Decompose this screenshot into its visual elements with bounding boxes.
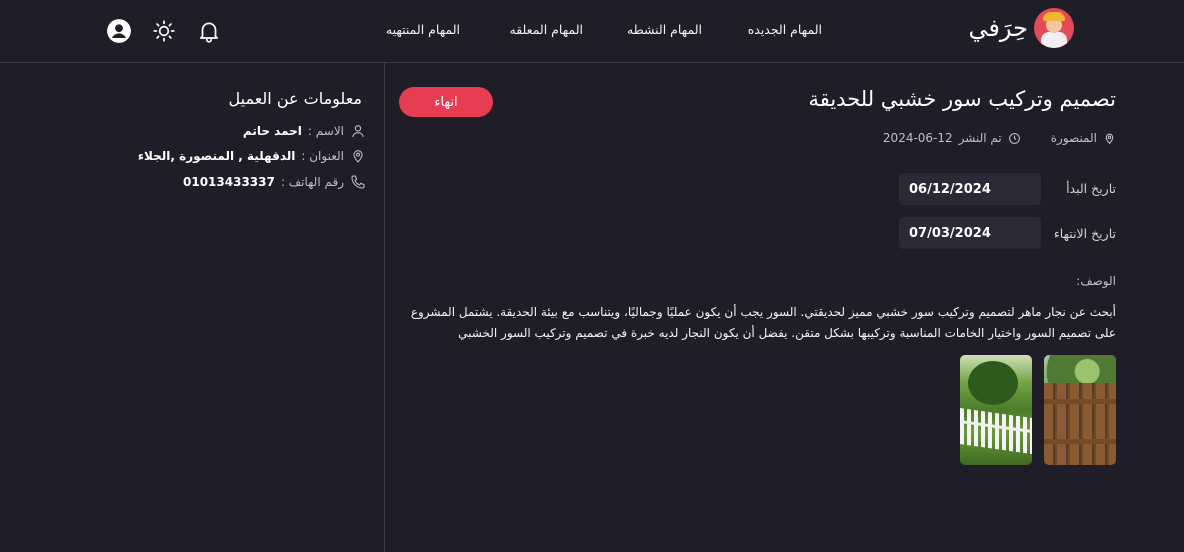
task-meta: المنصورة تم النشر 2024-06-12 [883,131,1116,145]
client-info-title: معلومات عن العميل [228,89,363,108]
location-pin-icon [353,150,363,163]
client-phone: 01013433337 [183,175,275,189]
client-name-label: الاسم : [307,124,344,138]
published-date: 2024-06-12 [882,131,953,145]
task-title: تصميم وتركيب سور خشبي للحديقة [808,87,1116,111]
clock-icon [1008,132,1020,144]
client-name: احمد حاتم [242,124,302,138]
client-phone-label: رقم الهاتف : [280,175,344,189]
end-date-label: تاريخ الانتهاء [1053,226,1116,241]
location-pin-icon [1105,133,1114,144]
nav-active-tasks[interactable]: المهام النشطه [627,22,702,37]
user-avatar-icon[interactable] [106,18,132,44]
main-nav: المهام الجديده المهام النشطه المهام المع… [0,22,1184,42]
top-header: حِرَفي المهام الجديده المهام النشطه المه… [0,0,1184,63]
end-date-field[interactable] [899,217,1041,249]
client-info-panel: معلومات عن العميل الاسم : احمد حاتم العن… [0,63,384,552]
finish-task-button[interactable]: انهاء [399,87,493,117]
client-address-row: العنوان : الدقهلية , المنصورة ,الجلاء [138,148,366,164]
nav-new-tasks[interactable]: المهام الجديده [748,22,822,37]
task-photo-white-fence[interactable] [960,355,1032,465]
task-location: المنصورة [1050,131,1097,145]
client-address-label: العنوان : [301,149,344,163]
client-address: الدقهلية , المنصورة ,الجلاء [137,149,296,163]
bell-icon[interactable] [196,18,222,44]
phone-icon [351,175,365,189]
person-icon [352,125,364,138]
nav-pending-tasks[interactable]: المهام المعلقه [510,22,584,37]
published-label: تم النشر [958,131,1002,145]
start-date-field[interactable] [899,173,1041,205]
task-details-panel: تصميم وتركيب سور خشبي للحديقة انهاء المن… [385,63,1184,552]
nav-finished-tasks[interactable]: المهام المنتهيه [386,22,460,37]
client-name-row: الاسم : احمد حاتم [243,123,366,139]
description-label: الوصف: [1076,274,1116,288]
task-photo-wooden-fence[interactable] [1044,355,1116,465]
task-description: أبحث عن نجار ماهر لتصميم وتركيب سور خشبي… [410,305,1116,340]
client-phone-row: رقم الهاتف : 01013433337 [183,174,366,190]
sun-icon[interactable] [151,18,177,44]
start-date-label: تاريخ البدأ [1066,181,1116,196]
